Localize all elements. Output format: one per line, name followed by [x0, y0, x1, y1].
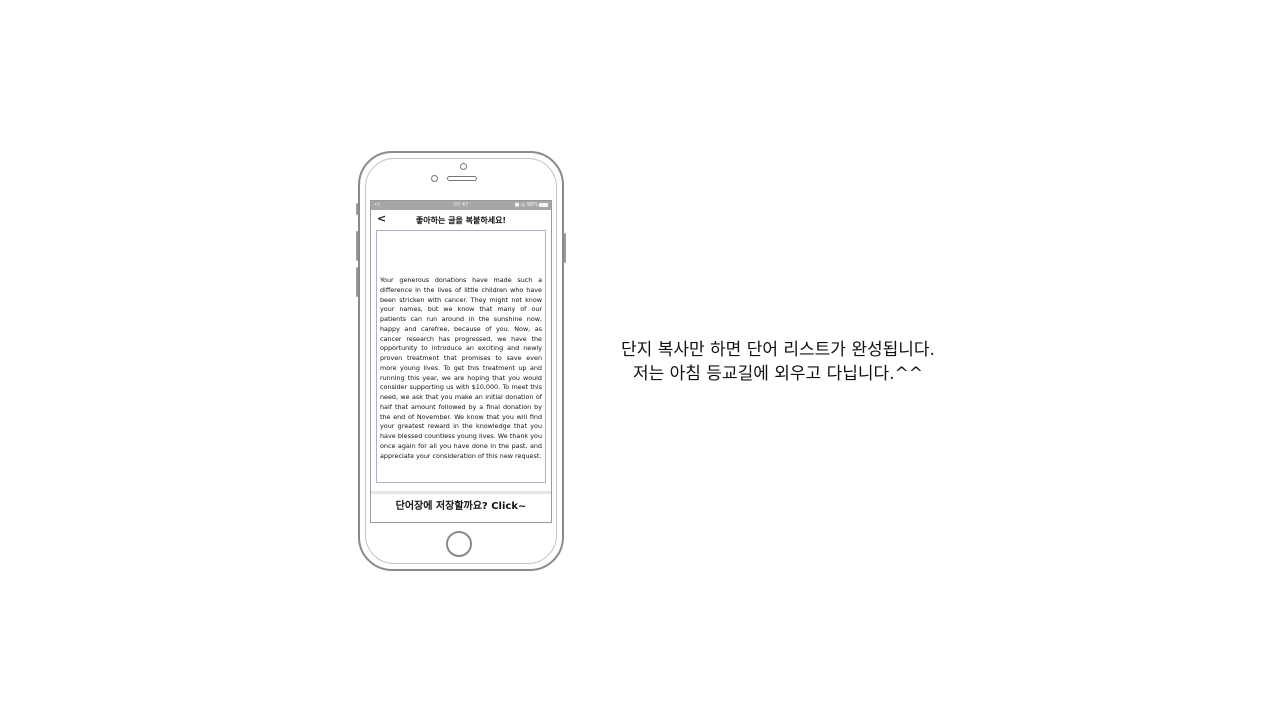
save-to-vocab-button[interactable]: 단어장에 저장할까요? Click~	[371, 497, 551, 512]
phone-volume-down	[356, 267, 358, 297]
battery-icon	[539, 202, 548, 207]
text-input-area[interactable]: Your generous donations have made such a…	[376, 230, 546, 483]
caption: 단지 복사만 하면 단어 리스트가 완성됩니다. 저는 아침 등교길에 외우고 …	[600, 338, 956, 386]
nav-bar: < 좋아하는 글을 복붙하세요!	[371, 210, 551, 228]
status-bar: •ıl 07:47 ■ ◎ 98%	[371, 201, 551, 210]
page-title: 좋아하는 글을 복붙하세요!	[415, 216, 507, 225]
phone-side-button	[356, 203, 358, 215]
caption-line-1: 단지 복사만 하면 단어 리스트가 완성됩니다.	[621, 340, 935, 360]
front-camera-icon	[460, 163, 467, 170]
sensor-icon	[431, 175, 438, 182]
divider	[371, 491, 551, 494]
status-icons: ■ ◎ 98%	[515, 201, 548, 210]
phone-volume-up	[356, 231, 358, 261]
caption-line-2: 저는 아침 등교길에 외우고 다닙니다.^^	[632, 364, 924, 384]
speaker-grille	[447, 176, 477, 181]
status-icons-text: ■ ◎ 98%	[514, 202, 538, 208]
passage-text: Your generous donations have made such a…	[380, 276, 542, 460]
phone-screen: •ıl 07:47 ■ ◎ 98% < 좋아하는 글을 복붙하세요! Your …	[370, 200, 552, 523]
phone-power-button	[564, 233, 566, 263]
home-button[interactable]	[446, 531, 472, 557]
